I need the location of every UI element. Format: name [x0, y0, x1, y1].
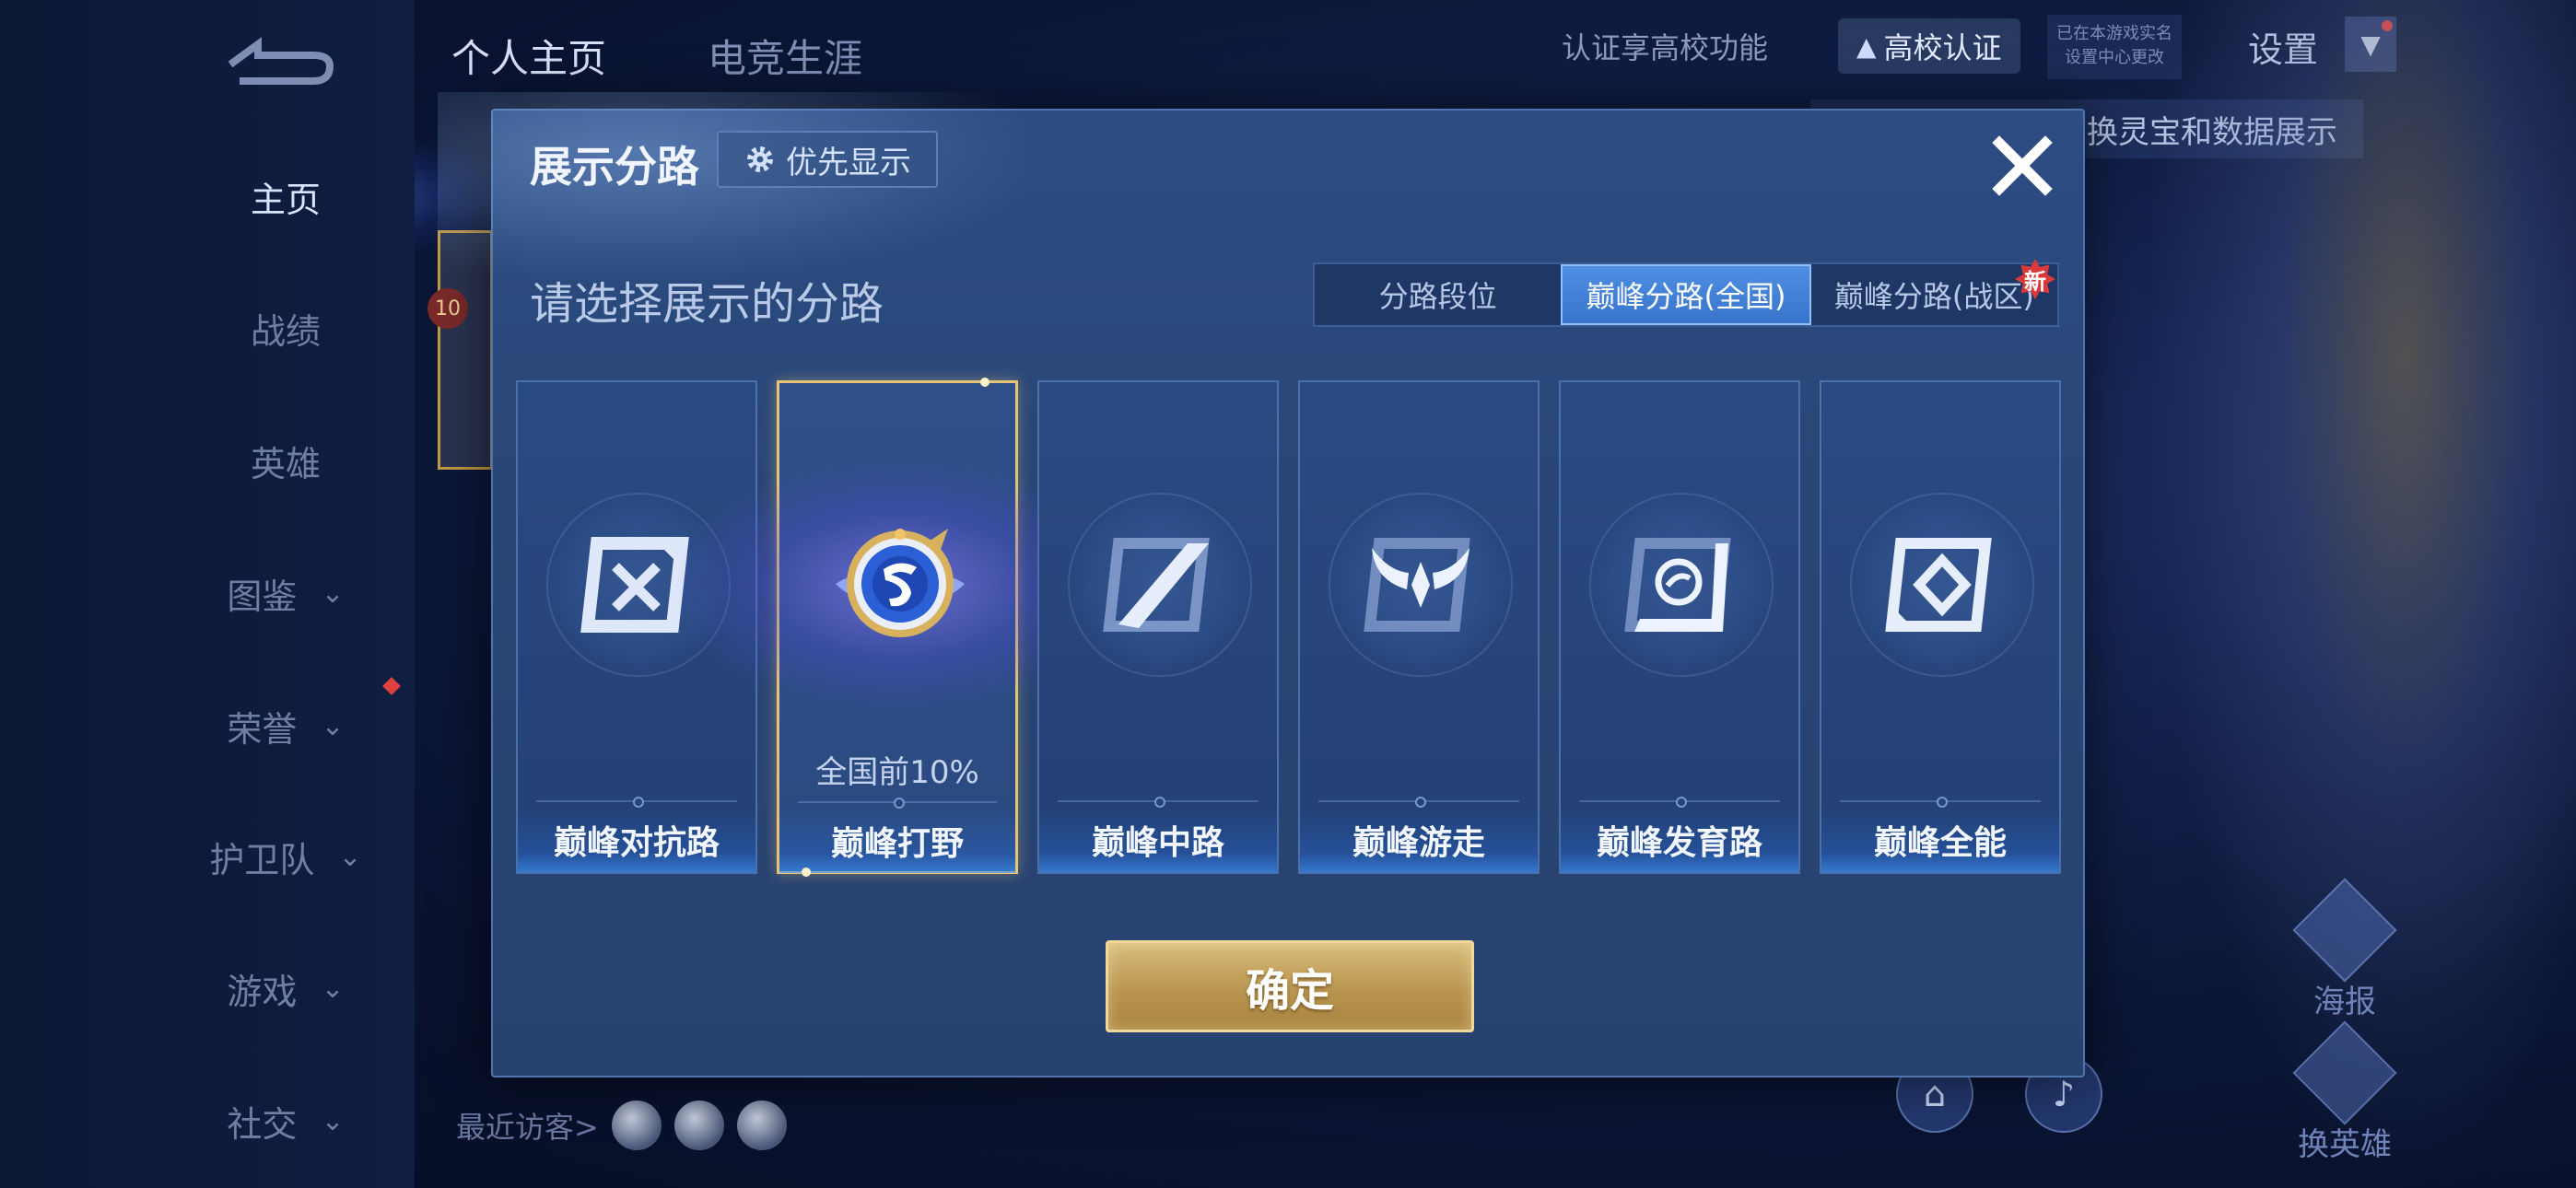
sidebar-item-records[interactable]: 战绩 [166, 291, 405, 365]
lane-label: 巅峰中路 [1039, 808, 1277, 872]
divider [1318, 797, 1519, 808]
poster-icon [2292, 878, 2397, 983]
avatar[interactable] [673, 1101, 724, 1150]
cert-badge[interactable]: ▲ 高校认证 [1838, 18, 2020, 74]
chevron-down-icon: ⌄ [321, 709, 345, 742]
sidebar-item-label: 护卫队 [209, 839, 315, 880]
gear-icon [747, 146, 773, 172]
lane-card-all-round[interactable]: 巅峰全能 [1820, 380, 2061, 874]
lane-label: 巅峰全能 [1821, 808, 2059, 872]
campus-icon: ▲ [1856, 30, 1877, 62]
confirm-button[interactable]: 确定 [1106, 940, 1474, 1032]
tab-peak-national[interactable]: 巅峰分路(全国) [1561, 264, 1811, 325]
mid-lane-icon [1103, 538, 1210, 632]
back-button[interactable] [221, 28, 341, 92]
lane-card-roam[interactable]: 巅峰游走 [1298, 380, 1540, 874]
recent-visitors[interactable]: 最近访客> [456, 1101, 787, 1150]
divider [1058, 797, 1259, 808]
lane-label: 巅峰游走 [1300, 808, 1538, 872]
sidebar-item-label: 荣誉 [227, 708, 298, 750]
sidebar-item-label: 社交 [227, 1103, 298, 1145]
sidebar-item-guard[interactable]: 护卫队 ⌄ [166, 820, 405, 893]
jungle-icon [836, 529, 965, 637]
sidebar-item-label: 主页 [250, 179, 321, 220]
divider [798, 798, 997, 809]
tab-esports[interactable]: 电竞生涯 [708, 28, 862, 84]
lane-card-list: 巅峰对抗路 全国前10% 巅峰打野 巅峰中路 巅峰游走 巅峰发育路 巅峰全能 [516, 378, 2064, 877]
priority-display-button[interactable]: 优先显示 [717, 131, 938, 188]
priority-display-label: 优先显示 [786, 144, 911, 181]
divider [536, 797, 737, 808]
tab-label: 分路段位 [1378, 279, 1497, 314]
divider [1579, 797, 1780, 808]
close-icon [1992, 135, 2053, 196]
lane-card-farm[interactable]: 巅峰发育路 [1559, 380, 1800, 874]
sidebar-item-label: 图鉴 [227, 576, 298, 617]
tab-label: 巅峰分路(全国) [1586, 279, 1786, 314]
sidebar-item-label: 英雄 [250, 443, 321, 484]
corner-spark [980, 378, 989, 387]
sidebar-item-heroes[interactable]: 英雄 [166, 424, 405, 497]
rank-percentile: 全国前10% [815, 754, 979, 791]
sidebar-item-games[interactable]: 游戏 ⌄ [166, 951, 405, 1025]
tab-profile[interactable]: 个人主页 [451, 28, 606, 84]
lane-label: 巅峰打野 [779, 809, 1015, 873]
chevron-down-icon: ⌄ [321, 1104, 345, 1137]
back-arrow-icon [228, 37, 334, 85]
roam-icon [1364, 538, 1470, 632]
divider [1840, 797, 2041, 808]
corner-spark [802, 868, 811, 877]
level-badge: 10 [427, 288, 468, 329]
avatar[interactable] [611, 1101, 662, 1150]
sidebar-item-label: 战绩 [250, 310, 321, 352]
top-tabs: 个人主页 电竞生涯 [451, 28, 862, 84]
select-prompt: 请选择展示的分路 [530, 278, 884, 330]
tab-lane-rank[interactable]: 分路段位 [1315, 264, 1561, 325]
sidebar-item-honor[interactable]: 荣誉 ⌄ [166, 689, 405, 763]
change-hero-label: 换英雄 [2298, 1126, 2392, 1163]
all-round-icon [1885, 538, 1992, 632]
house-icon: ⌂ [1923, 1074, 1947, 1114]
change-hero-icon [2292, 1020, 2397, 1125]
sidebar-item-collection[interactable]: 图鉴 ⌄ [166, 556, 405, 630]
sidebar-item-social[interactable]: 社交 ⌄ [166, 1084, 405, 1158]
lane-label: 巅峰发育路 [1561, 808, 1798, 872]
sidebar-item-home[interactable]: 主页 [147, 132, 534, 261]
lane-label: 巅峰对抗路 [518, 808, 755, 872]
farm-lane-icon [1624, 538, 1731, 632]
lane-display-dialog: 展示分路 优先显示 请选择展示的分路 分路段位 巅峰分路(全国) 巅峰分路(战区… [438, 92, 2085, 1077]
avatar[interactable] [736, 1101, 787, 1150]
change-hero-button[interactable]: 换英雄 [2280, 1020, 2409, 1164]
tab-label: 巅峰分路(战区) [1833, 279, 2034, 314]
dialog-title: 展示分路 [530, 142, 699, 192]
chevron-down-icon: ⌄ [321, 577, 345, 610]
profile-card-edge: 10 [427, 230, 493, 470]
ranking-scope-tabs: 分路段位 巅峰分路(全国) 巅峰分路(战区) 新 [1313, 259, 2059, 327]
lane-card-jungle[interactable]: 全国前10% 巅峰打野 [669, 378, 1130, 877]
close-button[interactable] [1985, 129, 2059, 203]
lane-card-mid[interactable]: 巅峰中路 [1037, 380, 1279, 874]
poster-label: 海报 [2313, 984, 2376, 1020]
chevron-down-icon: ⌄ [321, 972, 345, 1005]
chevron-down-icon: ⌄ [338, 840, 362, 873]
cert-hint[interactable]: 认证享高校功能 [1562, 18, 1768, 74]
recent-visitors-label: 最近访客> [456, 1110, 599, 1145]
tab-peak-region[interactable]: 巅峰分路(战区) 新 [1811, 259, 2057, 325]
sidebar-item-label: 游戏 [227, 971, 298, 1012]
cert-badge-label: 高校认证 [1883, 30, 2002, 65]
music-note-icon: ♪ [2052, 1074, 2076, 1114]
poster-button[interactable]: 海报 [2280, 878, 2409, 1021]
